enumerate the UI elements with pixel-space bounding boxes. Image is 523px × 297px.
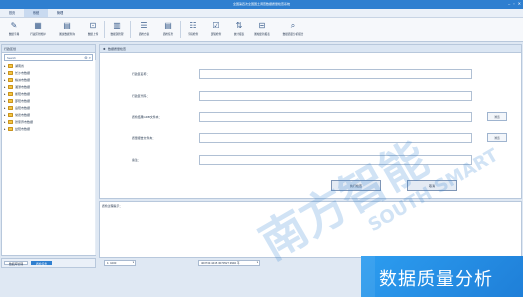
chevron-down-icon: ▾ — [132, 261, 134, 264]
menu-tab-home[interactable]: 首页 — [0, 9, 24, 17]
folder-icon — [8, 63, 13, 68]
parcel-query-button[interactable]: ▤ 图斑数据查询 — [56, 20, 78, 39]
field-row: 质检结果GDB文件夹： — [132, 112, 472, 122]
upload-icon: ⊡ — [89, 21, 97, 30]
tree-item[interactable]: ▸ 岳阳市数据 — [2, 104, 95, 111]
report-folder-input[interactable] — [199, 133, 472, 143]
panel-header: 行政区划 — [2, 45, 95, 53]
browse-gdb-button[interactable]: 浏览 — [487, 112, 507, 121]
progress-label: 质检过程提示： — [102, 204, 123, 208]
quality-analysis-report-button[interactable]: ⌕ 数据质量分析报告 — [278, 20, 308, 39]
sheet-report-button[interactable]: ⊟ 图幅更新报表 — [251, 20, 273, 39]
ribbon-toolbar: ✎ 数据字典 ▦ 行政区划维护 ▤ 图斑数据查询 ⊡ 数据上传 ▥ 数据源管理 … — [0, 18, 523, 42]
region-tree-panel: 行政区划 Search ⊗ ⌕ ▸ 湖南省 ▸ 长沙市数据 ▸ 株洲市数据 ▸ 湘潭市数… — [1, 44, 96, 256]
folder-icon — [8, 112, 13, 117]
group-separator — [104, 21, 105, 38]
menu-bar: 首页 系统 管理 — [0, 9, 523, 18]
region-code-input[interactable] — [199, 91, 472, 101]
folder-icon — [8, 126, 13, 131]
task-icon: ▤ — [164, 21, 172, 30]
field-row: 备注： — [132, 155, 472, 165]
data-upload-button[interactable]: ⊡ 数据上传 — [82, 20, 104, 39]
coordinate-readout: 403733.4415 3070527.9992 平 ▾ — [198, 260, 260, 266]
region-tree: ▸ 湖南省 ▸ 长沙市数据 ▸ 株洲市数据 ▸ 湘潭市数据 ▸ 衡阳市数据 ▸ 邵阳市数据 … — [2, 62, 95, 132]
tree-item[interactable]: ▸ 张家界市数据 — [2, 118, 95, 125]
tree-item[interactable]: ▸ 益阳市数据 — [2, 125, 95, 132]
form-title: 数据质量检查 — [108, 47, 127, 51]
datasource-manage-button[interactable]: ▥ 数据源管理 — [106, 20, 128, 39]
tree-item[interactable]: ▸ 湖南省 — [2, 62, 95, 69]
menu-tab-manage[interactable]: 管理 — [48, 9, 72, 17]
report-icon: ⇅ — [235, 21, 243, 30]
run-check-button[interactable]: 执行检查 — [331, 180, 381, 191]
minimize-button[interactable]: – — [508, 1, 510, 7]
statistics-report-button[interactable]: ⇅ 统计报表 — [228, 20, 250, 39]
folder-icon — [8, 98, 13, 103]
qc-progress-panel: 质检过程提示： — [99, 201, 522, 258]
qc-scheme-button[interactable]: ☰ 质检方案 — [133, 20, 155, 39]
qc-task-button[interactable]: ▤ 质检任务 — [157, 20, 179, 39]
field-label: 质检结果GDB文件夹： — [132, 115, 162, 119]
gdb-folder-input[interactable] — [199, 112, 472, 122]
parcel-query-icon: ▤ — [63, 21, 71, 30]
search-clear-icon[interactable]: ⊗ ⌕ — [84, 55, 91, 60]
search-input[interactable]: Search ⊗ ⌕ — [4, 54, 93, 61]
chevron-down-icon: ▾ — [256, 261, 258, 264]
maximize-button[interactable]: ▫ — [513, 1, 514, 7]
tree-item[interactable]: ▸ 湘潭市数据 — [2, 83, 95, 90]
close-button[interactable]: ✕ — [518, 1, 521, 7]
field-label: 备注： — [132, 158, 141, 162]
tree-item[interactable]: ▸ 常德市数据 — [2, 111, 95, 118]
field-row: 行政区代码： — [132, 91, 472, 101]
title-bar: 全国第四次全国国土调查数据质量检查系统 – ▫ ✕ — [0, 0, 523, 9]
region-name-input[interactable] — [199, 69, 472, 79]
folder-icon — [8, 77, 13, 82]
region-maintain-button[interactable]: ▦ 行政区划维护 — [27, 20, 49, 39]
datasource-icon: ▥ — [113, 21, 121, 30]
pin-icon[interactable]: ✱ — [103, 45, 106, 53]
banner-text: 数据质量分析 — [379, 269, 493, 290]
dictionary-icon: ✎ — [10, 21, 18, 30]
sheet-report-icon: ⊟ — [258, 21, 266, 30]
scheme-icon: ☰ — [140, 21, 148, 30]
window-title: 全国第四次全国国土调查数据质量检查系统 — [232, 2, 290, 6]
analysis-icon: ⌕ — [290, 21, 296, 30]
form-header: ✱ 数据质量检查 — [100, 45, 521, 53]
promo-banner: 数据质量分析 — [361, 256, 523, 297]
cancel-button[interactable]: 取消 — [407, 180, 457, 191]
logic-check-icon: ☑ — [212, 21, 220, 30]
region-icon: ▦ — [34, 21, 42, 30]
tree-item[interactable]: ▸ 邵阳市数据 — [2, 97, 95, 104]
remark-input[interactable] — [199, 155, 472, 165]
coordinate-value: 403733.4415 3070527.9992 平 — [201, 261, 240, 265]
scale-select[interactable]: 1: 1000 ▾ — [104, 260, 136, 266]
field-label: 行政区代码： — [132, 94, 150, 98]
folder-icon — [8, 91, 13, 96]
group-separator — [180, 21, 181, 38]
folder-icon — [8, 105, 13, 110]
tree-item[interactable]: ▸ 株洲市数据 — [2, 76, 95, 83]
folder-icon — [8, 119, 13, 124]
search-placeholder: Search — [7, 56, 16, 60]
field-check-button[interactable]: ☷ 字段检查 — [182, 20, 204, 39]
group-separator — [130, 21, 131, 38]
vertical-scrollbar[interactable] — [95, 60, 96, 255]
field-label: 行政区名称： — [132, 72, 150, 76]
field-row: 行政区名称： — [132, 69, 472, 79]
menu-tab-system[interactable]: 系统 — [24, 9, 48, 17]
folder-icon — [8, 84, 13, 89]
field-label: 质量报告文件夹： — [132, 136, 156, 140]
scale-value: 1: 1000 — [107, 261, 117, 265]
qc-form-panel: ✱ 数据质量检查 行政区名称： 行政区代码： 质检结果GDB文件夹： 浏览 质量… — [99, 44, 522, 199]
browse-report-button[interactable]: 浏览 — [487, 133, 507, 142]
tree-item[interactable]: ▸ 长沙市数据 — [2, 69, 95, 76]
banner-accent — [361, 256, 375, 297]
logic-check-button[interactable]: ☑ 逻辑检查 — [205, 20, 227, 39]
field-check-icon: ☷ — [189, 21, 197, 30]
folder-icon — [8, 70, 13, 75]
data-dictionary-button[interactable]: ✎ 数据字典 — [3, 20, 25, 39]
tree-item[interactable]: ▸ 衡阳市数据 — [2, 90, 95, 97]
field-row: 质量报告文件夹： — [132, 133, 472, 143]
